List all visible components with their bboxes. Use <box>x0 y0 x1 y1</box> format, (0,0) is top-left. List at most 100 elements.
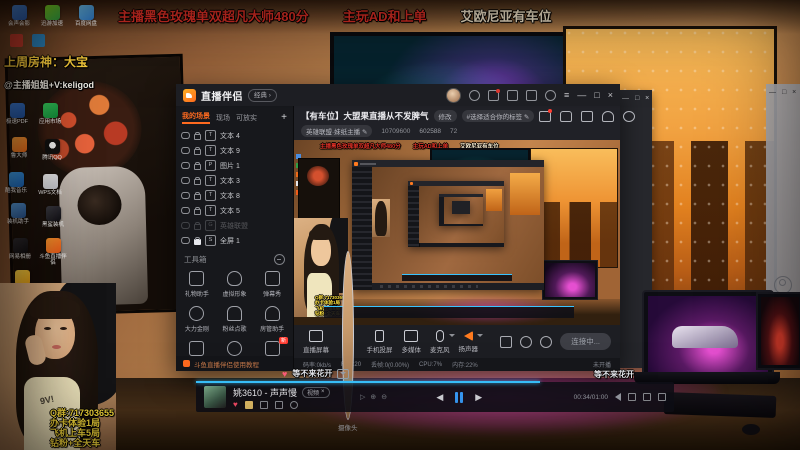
video-tag[interactable]: 视频 × <box>302 386 330 398</box>
song-title[interactable]: 姚3610 - 声声慢 <box>233 386 297 399</box>
lock-icon[interactable] <box>194 146 201 155</box>
share-icon[interactable] <box>623 110 636 122</box>
category-tag[interactable]: 英雄联盟·妹纸主播 ✎ <box>301 125 373 137</box>
go-live-button[interactable]: 连接中... <box>560 333 611 350</box>
collapse-toolbox-icon[interactable] <box>274 254 285 265</box>
desktop-icon[interactable]: 网易相册 <box>4 238 36 260</box>
visibility-icon[interactable] <box>181 192 190 199</box>
desktop-lyrics-bar[interactable]: ♥ 等不来花开 <box>282 368 350 379</box>
minimize-button[interactable]: — <box>577 90 586 100</box>
lyrics-toggle-icon[interactable] <box>642 393 651 401</box>
lock-icon[interactable] <box>194 161 201 170</box>
source-row[interactable]: P 图片 1 <box>181 158 288 173</box>
app-titlebar[interactable]: 直播伴侣 经典 › ≡ — □ × <box>176 84 620 106</box>
dock-screen-share[interactable]: 直播屏幕 <box>303 329 329 354</box>
lyrics-expand-icon[interactable] <box>337 368 350 379</box>
tool-item[interactable]: 歌词助手 <box>178 341 216 356</box>
visibility-icon[interactable] <box>181 132 190 139</box>
download-icon[interactable] <box>259 400 268 409</box>
lock-icon[interactable] <box>194 131 201 140</box>
edit-title-button[interactable]: 修改 <box>433 110 457 122</box>
tool-item[interactable]: 房管助手 <box>253 306 291 333</box>
play-lyric-icon[interactable]: ▷ <box>360 393 365 401</box>
desktop-icon[interactable]: 装机助手 <box>2 203 34 225</box>
desktop-icon[interactable]: 百度网盘 <box>70 5 102 27</box>
visibility-icon[interactable] <box>181 222 190 229</box>
close-icon[interactable]: × <box>321 389 325 395</box>
app-mode-badge[interactable]: 经典 › <box>248 88 277 102</box>
gift-box-icon[interactable] <box>539 108 553 122</box>
next-track-button[interactable]: ▶ <box>475 392 482 403</box>
lyric-controls[interactable]: ▷ ⊕ ⊖ <box>360 393 387 401</box>
folder-icon[interactable] <box>244 400 253 409</box>
like-icon[interactable]: ♥ <box>233 400 238 408</box>
album-art[interactable] <box>204 386 226 408</box>
maximize-button[interactable]: □ <box>594 90 599 100</box>
visibility-icon[interactable] <box>181 207 190 214</box>
desktop-icon[interactable] <box>32 34 45 47</box>
desktop-icon[interactable]: 迅游加速 <box>36 5 68 27</box>
tool-item[interactable]: 福星热点 <box>216 341 254 356</box>
lock-icon[interactable] <box>194 176 201 185</box>
filter-icon[interactable] <box>545 89 557 101</box>
shuffle-icon[interactable] <box>627 393 636 401</box>
desktop-icon[interactable]: 会声会影 <box>3 5 35 27</box>
desktop-icon[interactable]: 腾讯QQ <box>36 139 68 161</box>
lock-icon[interactable] <box>194 221 201 230</box>
tool-item[interactable]: 新全民星PK <box>253 337 291 356</box>
music-player-bar[interactable]: 姚3610 - 声声慢 视频 × ♥ ▷ ⊕ ⊖ ◀ ▶ 00:34/01:00 <box>196 381 674 412</box>
playlist-icon[interactable] <box>657 393 666 401</box>
headset-support-icon[interactable] <box>469 89 481 101</box>
calendar-icon[interactable] <box>488 88 501 101</box>
tool-item[interactable]: 礼物助手 <box>178 271 216 298</box>
tool-item[interactable]: 粉丝点歌 <box>216 306 254 333</box>
tab-scene-2[interactable]: 现场 <box>216 113 230 123</box>
add-scene-button[interactable]: + <box>281 112 287 123</box>
gear-icon[interactable] <box>540 335 553 348</box>
user-avatar[interactable] <box>446 87 462 103</box>
dock-phone-cast[interactable]: 手机投屏 <box>367 329 393 354</box>
previous-track-button[interactable]: ◀ <box>436 392 443 403</box>
tag-select-button[interactable]: #选择适合你的标签 ✎ <box>461 110 535 122</box>
message-icon[interactable] <box>507 89 519 101</box>
theme-icon[interactable] <box>520 335 533 348</box>
comment-icon[interactable] <box>289 400 298 409</box>
record-icon[interactable] <box>500 335 513 348</box>
menu-icon[interactable]: ≡ <box>564 90 569 100</box>
share-icon[interactable] <box>274 400 283 409</box>
chevron-down-icon[interactable] <box>448 333 455 337</box>
layout-grid-icon[interactable] <box>581 110 594 122</box>
lock-icon[interactable] <box>194 206 201 215</box>
tab-scene-3[interactable]: 可放实 <box>236 113 257 123</box>
desktop-icon[interactable]: WPS文档 <box>34 174 66 196</box>
desktop-icon[interactable]: 酷我音乐 <box>0 172 32 194</box>
visibility-icon[interactable] <box>181 237 190 244</box>
progress-bar[interactable] <box>196 381 541 383</box>
dock-speaker[interactable]: 扬声器 <box>459 330 483 353</box>
visibility-icon[interactable] <box>181 177 190 184</box>
bell-icon[interactable] <box>602 110 615 122</box>
screen-cast-icon[interactable] <box>526 89 538 101</box>
lock-icon[interactable] <box>194 236 201 245</box>
chevron-down-icon[interactable] <box>477 334 483 337</box>
source-row[interactable]: G 英雄联盟 <box>181 218 288 233</box>
window-controls[interactable]: — □ × <box>769 89 798 96</box>
desktop-icon[interactable]: 黑鲨装机 <box>37 206 69 228</box>
source-row[interactable]: T 文本 3 <box>181 173 288 188</box>
volume-icon[interactable] <box>614 393 621 401</box>
desktop-icon[interactable]: 鲁大师 <box>3 137 35 159</box>
desktop-icon[interactable] <box>10 34 23 47</box>
lock-icon[interactable] <box>194 191 201 200</box>
visibility-icon[interactable] <box>181 162 190 169</box>
source-row[interactable]: T 文本 8 <box>181 188 288 203</box>
dock-media[interactable]: 多媒体 <box>402 329 421 354</box>
tool-item[interactable]: 弹幕秀 <box>253 271 291 298</box>
pause-button[interactable] <box>455 391 464 403</box>
visibility-icon[interactable] <box>181 147 190 154</box>
source-row[interactable]: T 文本 5 <box>181 203 288 218</box>
tab-my-scenes[interactable]: 我的场景 <box>182 111 210 124</box>
font-decrease-icon[interactable]: ⊖ <box>381 393 387 401</box>
source-row[interactable]: T 文本 4 <box>181 128 288 143</box>
desktop-icon[interactable]: 应用市场 <box>34 103 66 125</box>
tool-item[interactable]: 大力金刚 <box>178 306 216 333</box>
